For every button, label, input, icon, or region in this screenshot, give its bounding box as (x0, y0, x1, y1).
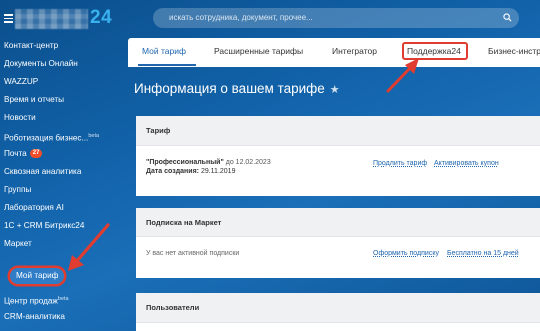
market-card-header: Подписка на Маркет (136, 208, 540, 237)
extend-tariff-link[interactable]: Продлить тариф (373, 160, 427, 167)
sidebar-item-crm-analytics[interactable]: CRM-аналитика (4, 309, 65, 325)
beta-label: beta (88, 133, 100, 139)
no-subscription-text: У вас нет активной подписки (146, 250, 240, 257)
sidebar-item-analytics[interactable]: Сквозная аналитика (4, 164, 81, 180)
sidebar-item-robotization[interactable]: Роботизация бизнес...beta (4, 128, 99, 144)
sidebar-item-my-tariff[interactable]: Мой тариф (10, 268, 65, 284)
sidebar-item-ai-lab[interactable]: Лаборатория AI (4, 200, 64, 216)
tab-integrator[interactable]: Интегратор (332, 46, 377, 56)
search-input[interactable]: искать сотрудника, документ, прочее... (153, 8, 519, 28)
sidebar-item-market[interactable]: Маркет (4, 236, 32, 252)
sidebar-item-news[interactable]: Новости (4, 110, 36, 126)
market-subscription-card: Подписка на Маркет У вас нет активной по… (136, 208, 540, 278)
annotation-arrow-tab (386, 58, 419, 93)
search-placeholder: искать сотрудника, документ, прочее... (169, 13, 313, 22)
sidebar-item-sales-center[interactable]: Центр продажbeta (4, 291, 69, 307)
sidebar-item-documents-online[interactable]: Документы Онлайн (4, 56, 78, 72)
tab-extended-tariffs[interactable]: Расширенные тарифы (214, 46, 303, 56)
logo-suffix[interactable]: 24 (90, 7, 112, 29)
subscribe-link[interactable]: Оформить подписку (373, 250, 439, 257)
main-content: Мой тариф Расширенные тарифы Интегратор … (128, 38, 540, 331)
top-header: 24 искать сотрудника, документ, прочее..… (0, 0, 540, 38)
menu-icon[interactable] (4, 14, 13, 23)
beta-label: beta (57, 296, 69, 302)
tariff-card: Тариф "Профессиональный" до 12.02.2023 Д… (136, 116, 540, 196)
page-title: Информация о вашем тарифе ★ (134, 81, 340, 96)
star-icon[interactable]: ★ (330, 83, 340, 96)
users-card: Пользователи (136, 293, 540, 331)
sidebar-item-wazzup[interactable]: WAZZUP (4, 74, 38, 90)
created-date: Дата создания: 29.11.2019 (146, 168, 236, 175)
mail-count-badge: 27 (29, 149, 43, 159)
free-trial-link[interactable]: Бесплатно на 15 дней (447, 250, 519, 257)
sidebar-item-time-reports[interactable]: Время и отчеты (4, 92, 64, 108)
search-icon[interactable] (503, 13, 512, 22)
sidebar-item-groups[interactable]: Группы (4, 182, 31, 198)
tariff-card-header: Тариф (136, 116, 540, 146)
sidebar: Контакт-центр Документы Онлайн WAZZUP Вр… (0, 38, 120, 331)
users-card-header: Пользователи (136, 293, 540, 323)
sidebar-item-mail[interactable]: Почта 27 (4, 146, 43, 162)
sidebar-item-contact-center[interactable]: Контакт-центр (4, 38, 58, 54)
company-logo-blurred[interactable] (15, 9, 88, 29)
tab-my-tariff[interactable]: Мой тариф (142, 46, 186, 56)
tab-business-tools[interactable]: Бизнес-инстр (488, 46, 540, 56)
active-tab-underline (138, 64, 196, 66)
plan-info: "Профессиональный" до 12.02.2023 (146, 159, 271, 166)
annotation-arrow-sidebar (68, 223, 110, 271)
activate-coupon-link[interactable]: Активировать купон (434, 160, 499, 167)
tab-bar: Мой тариф Расширенные тарифы Интегратор … (128, 38, 540, 67)
